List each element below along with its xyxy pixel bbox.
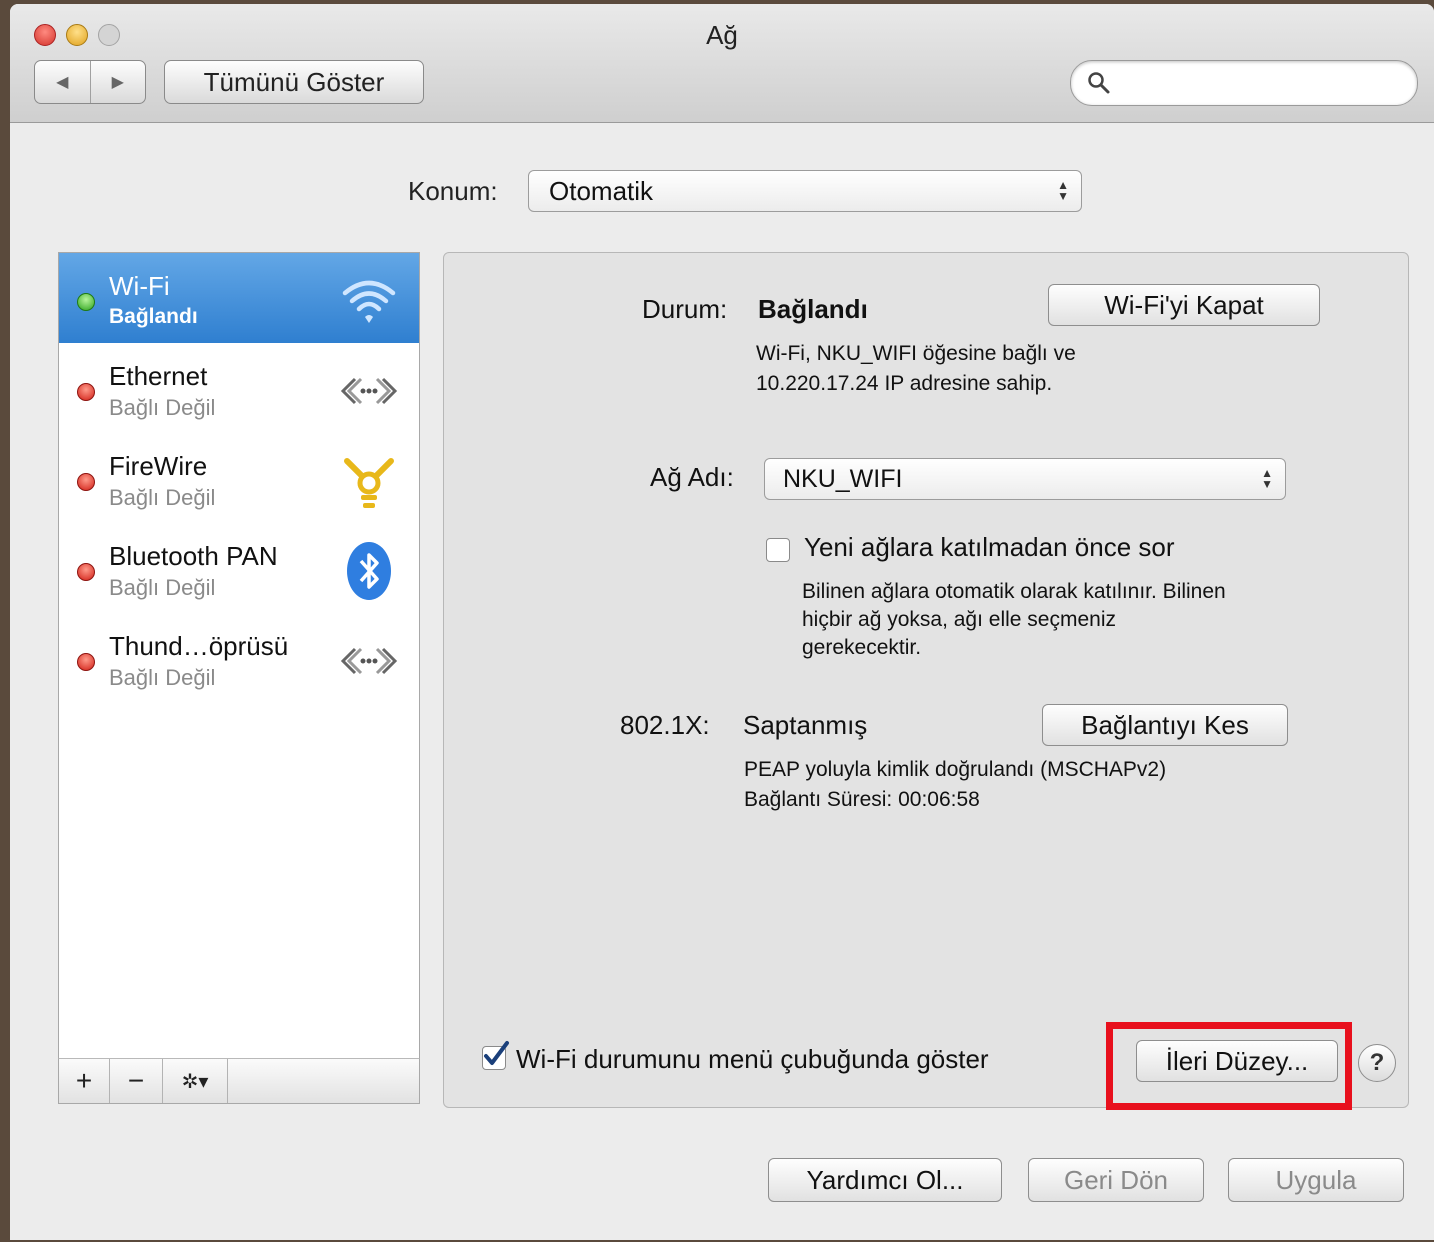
remove-service-button[interactable]: − — [110, 1059, 163, 1103]
ethernet-icon — [340, 377, 398, 405]
service-item-firewire[interactable]: FireWire Bağlı Değil — [59, 433, 419, 523]
add-service-button[interactable]: + — [59, 1059, 110, 1103]
service-item-wifi[interactable]: Wi-Fi Bağlandı — [59, 253, 419, 343]
ask-join-checkbox[interactable] — [766, 538, 790, 562]
action-menu-button[interactable]: ✲▾ — [163, 1059, 228, 1103]
dot1x-description-line-2: Bağlantı Süresi: 00:06:58 — [744, 788, 980, 811]
forward-button[interactable]: ▶ — [91, 61, 146, 103]
service-name: Wi-Fi — [109, 271, 170, 301]
service-status: Bağlı Değil — [109, 485, 216, 510]
select-arrows-icon: ▲ ▼ — [1057, 178, 1069, 203]
dot1x-value: Saptanmış — [743, 710, 868, 740]
service-status: Bağlı Değil — [109, 665, 216, 690]
apply-button[interactable]: Uygula — [1228, 1158, 1404, 1202]
show-menu-label: Wi-Fi durumunu menü çubuğunda göster — [516, 1044, 989, 1074]
assist-button[interactable]: Yardımcı Ol... — [768, 1158, 1002, 1202]
highlight-box — [1106, 1022, 1352, 1110]
title-bar: Ağ ◀ ▶ Tümünü Göster — [10, 4, 1434, 123]
window-title: Ağ — [706, 20, 738, 50]
service-item-bluetooth-pan[interactable]: Bluetooth PAN Bağlı Değil — [59, 523, 419, 613]
dot1x-label: 802.1X: — [620, 710, 710, 740]
location-select[interactable]: Otomatik ▲ ▼ — [528, 170, 1082, 212]
show-menu-checkbox[interactable] — [482, 1041, 509, 1070]
status-dot-red — [77, 653, 95, 671]
checkmark-icon — [484, 1041, 509, 1065]
status-description-line-1: Wi-Fi, NKU_WIFI öğesine bağlı ve — [756, 342, 1076, 365]
service-status: Bağlı Değil — [109, 395, 216, 420]
status-dot-red — [77, 563, 95, 581]
dot1x-description-line-1: PEAP yoluyla kimlik doğrulandı (MSCHAPv2… — [744, 758, 1167, 781]
service-status: Bağlı Değil — [109, 575, 216, 600]
show-all-button[interactable]: Tümünü Göster — [164, 60, 424, 104]
service-list: Wi-Fi Bağlandı Ethernet Bağlı Değil Fire… — [58, 252, 420, 1104]
service-name: FireWire — [109, 451, 208, 481]
ask-join-description-line-3: gerekecektir. — [802, 636, 922, 659]
network-name-value: NKU_WIFI — [783, 464, 903, 493]
status-dot-red — [77, 473, 95, 491]
back-forward-control: ◀ ▶ — [34, 60, 146, 104]
bluetooth-icon — [347, 542, 391, 600]
disconnect-button[interactable]: Bağlantıyı Kes — [1042, 704, 1288, 746]
location-value: Otomatik — [549, 175, 654, 206]
firewire-icon — [344, 458, 394, 508]
status-dot-red — [77, 383, 95, 401]
service-status: Bağlandı — [109, 305, 198, 328]
service-name: Ethernet — [109, 361, 208, 391]
ask-join-description-line-2: hiçbir ağ yoksa, ağı elle seçmeniz — [802, 608, 1116, 631]
network-name-label: Ağ Adı: — [650, 462, 734, 492]
ask-join-description-line-1: Bilinen ağlara otomatik olarak katılınır… — [802, 580, 1226, 603]
status-description-line-2: 10.220.17.24 IP adresine sahip. — [756, 372, 1053, 395]
wifi-icon — [342, 280, 396, 323]
help-button[interactable]: ? — [1358, 1044, 1396, 1082]
search-field[interactable] — [1070, 60, 1418, 106]
service-list-toolbar: + − ✲▾ — [58, 1058, 420, 1104]
network-preferences-window: Ağ ◀ ▶ Tümünü Göster Konum: Otomatik ▲ ▼ … — [10, 4, 1434, 1240]
search-icon — [1088, 72, 1110, 94]
status-value: Bağlandı — [758, 294, 868, 324]
service-item-thunderbolt-bridge[interactable]: Thund…öprüsü Bağlı Değil — [59, 613, 419, 703]
status-dot-green — [77, 293, 95, 311]
location-label: Konum: — [408, 176, 498, 206]
service-item-ethernet[interactable]: Ethernet Bağlı Değil — [59, 343, 419, 433]
service-name: Bluetooth PAN — [109, 541, 278, 571]
network-name-select[interactable]: NKU_WIFI ▲ ▼ — [764, 458, 1286, 500]
revert-button[interactable]: Geri Dön — [1028, 1158, 1204, 1202]
thunderbolt-bridge-icon — [340, 647, 398, 675]
select-arrows-icon: ▲ ▼ — [1261, 466, 1273, 491]
wifi-off-button[interactable]: Wi-Fi'yi Kapat — [1048, 284, 1320, 326]
back-button[interactable]: ◀ — [35, 61, 91, 103]
service-name: Thund…öprüsü — [109, 631, 289, 661]
ask-join-label: Yeni ağlara katılmadan önce sor — [804, 532, 1175, 562]
status-label: Durum: — [642, 294, 728, 324]
